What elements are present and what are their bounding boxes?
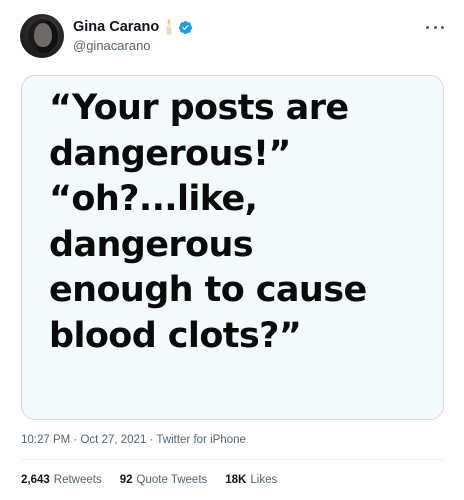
handle[interactable]: @ginacarano bbox=[73, 38, 193, 53]
tweet-header: Gina Carano @ginacarano bbox=[20, 14, 448, 62]
likes-count: 18K bbox=[225, 474, 247, 486]
engagement-stats: 2,643 Retweets 92 Quote Tweets 18K Likes bbox=[21, 474, 295, 486]
avatar[interactable] bbox=[20, 14, 64, 58]
tweet-time[interactable]: 10:27 PM bbox=[21, 434, 70, 446]
tweet-metadata: 10:27 PM · Oct 27, 2021 · Twitter for iP… bbox=[21, 434, 246, 446]
image-text-line: “oh?...like, bbox=[49, 179, 258, 219]
candle-icon bbox=[164, 19, 174, 35]
tweet: Gina Carano @ginacarano “Your posts are … bbox=[0, 0, 464, 500]
image-text-line: dangerous bbox=[49, 224, 254, 265]
quote-tweets-count: 92 bbox=[119, 474, 133, 486]
name-row: Gina Carano bbox=[73, 18, 193, 36]
quote-tweets-stat[interactable]: 92 Quote Tweets bbox=[120, 474, 208, 486]
image-text-line: enough to cause bbox=[49, 270, 367, 310]
tweet-image[interactable]: “Your posts are dangerous!” “oh?...like,… bbox=[21, 75, 444, 420]
retweets-stat[interactable]: 2,643 Retweets bbox=[21, 474, 102, 486]
more-options-icon[interactable] bbox=[426, 22, 444, 32]
display-name[interactable]: Gina Carano bbox=[73, 19, 159, 35]
author-block: Gina Carano @ginacarano bbox=[73, 18, 193, 53]
meta-separator: · bbox=[149, 434, 154, 446]
verified-badge-icon bbox=[178, 20, 193, 35]
likes-label: Likes bbox=[250, 474, 278, 486]
image-text: “Your posts are dangerous!” “oh?...like,… bbox=[49, 86, 441, 359]
divider bbox=[21, 459, 444, 460]
image-text-line: blood clots?” bbox=[49, 315, 302, 356]
tweet-source[interactable]: Twitter for iPhone bbox=[156, 434, 245, 446]
image-text-line: dangerous!” bbox=[49, 133, 291, 174]
retweets-count: 2,643 bbox=[21, 474, 50, 486]
quote-tweets-label: Quote Tweets bbox=[136, 474, 208, 486]
tweet-date[interactable]: Oct 27, 2021 bbox=[80, 434, 146, 446]
retweets-label: Retweets bbox=[53, 474, 102, 486]
likes-stat[interactable]: 18K Likes bbox=[225, 474, 277, 486]
meta-separator: · bbox=[73, 434, 78, 446]
image-text-line: “Your posts are bbox=[49, 88, 349, 128]
